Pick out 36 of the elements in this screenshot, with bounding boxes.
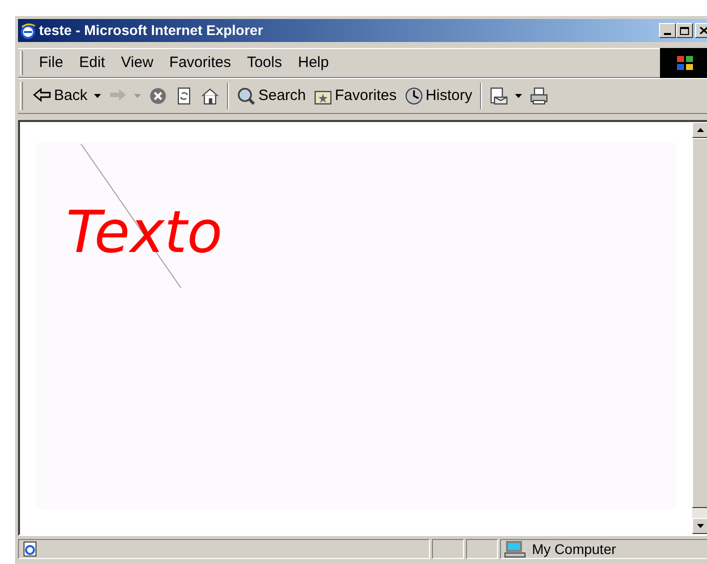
menu-item[interactable]: Tools xyxy=(240,52,288,74)
maximize-button[interactable] xyxy=(676,23,693,38)
status-pane xyxy=(466,539,498,559)
scroll-track[interactable] xyxy=(692,508,707,518)
printer-icon xyxy=(530,87,548,105)
history-button[interactable]: History xyxy=(402,83,474,109)
menu-item[interactable]: Edit xyxy=(73,52,112,74)
stop-icon xyxy=(149,87,168,105)
close-icon xyxy=(700,27,707,34)
scroll-up-button[interactable] xyxy=(692,122,707,138)
search-icon xyxy=(237,87,256,105)
browser-icon xyxy=(20,22,36,38)
menu-item[interactable]: View xyxy=(115,52,160,74)
minimize-button[interactable] xyxy=(659,23,676,38)
down-arrow-icon xyxy=(696,524,704,528)
scroll-down-button[interactable] xyxy=(692,518,707,534)
minimize-icon xyxy=(664,33,671,35)
menu-item[interactable]: Favorites xyxy=(163,52,237,74)
document-text: Texto xyxy=(66,203,222,261)
window-title: teste - Microsoft Internet Explorer xyxy=(39,21,264,40)
close-button[interactable] xyxy=(695,23,707,38)
windows-logo-icon xyxy=(676,55,694,71)
back-arrow-icon xyxy=(33,87,51,105)
favorites-button[interactable]: Favorites xyxy=(312,83,399,109)
home-icon xyxy=(201,87,220,105)
maximize-icon xyxy=(680,26,689,34)
up-arrow-icon xyxy=(696,128,704,132)
menu-item[interactable]: File xyxy=(33,52,70,74)
back-button[interactable]: Back xyxy=(31,83,104,109)
status-pane xyxy=(432,539,464,559)
clock-icon xyxy=(404,87,423,105)
search-button[interactable]: Search xyxy=(235,83,308,109)
page-icon xyxy=(22,541,38,557)
zone-label: My Computer xyxy=(532,540,616,559)
mail-icon xyxy=(490,87,508,105)
menu-item[interactable]: Help xyxy=(292,52,335,74)
